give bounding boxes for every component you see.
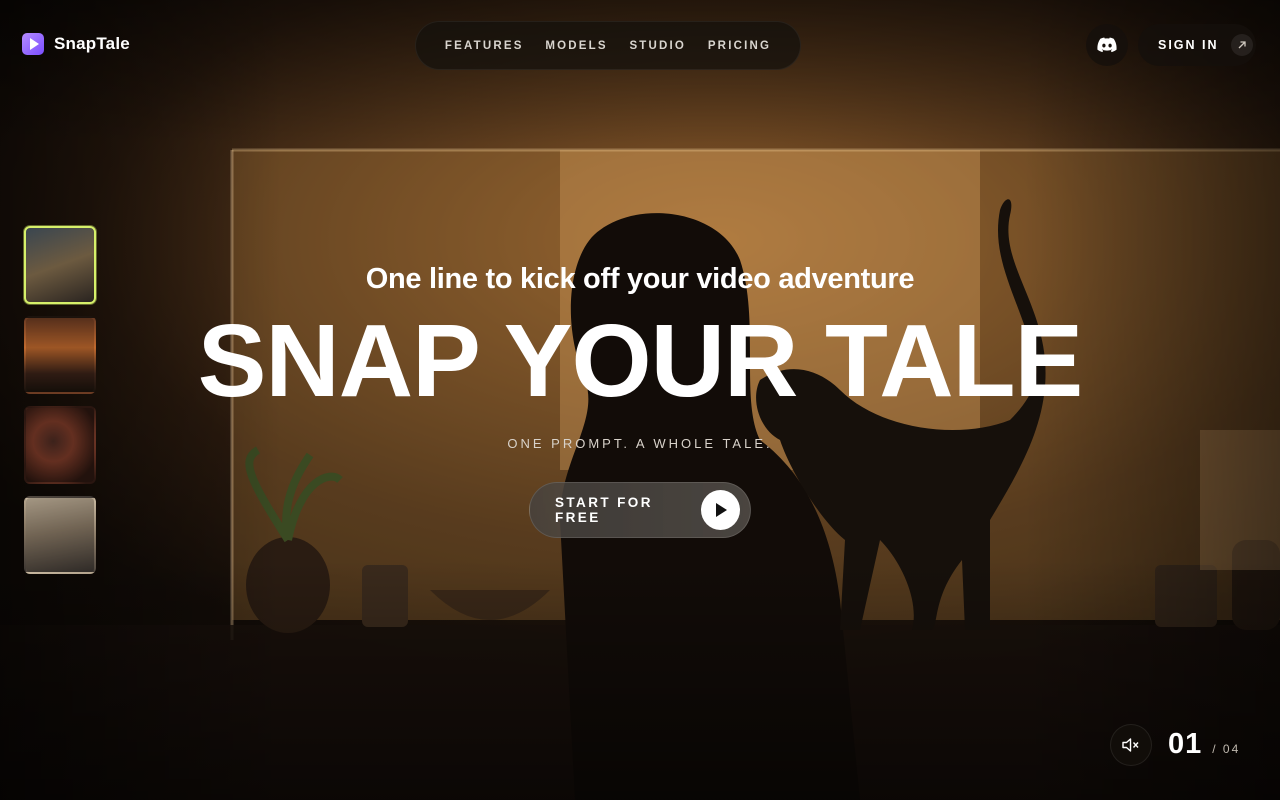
nav-item-features[interactable]: FEATURES [445, 40, 524, 52]
hero-title: SNAP YOUR TALE [197, 303, 1084, 418]
brand-name: SnapTale [54, 34, 130, 53]
hero-subtitle: ONE PROMPT. A WHOLE TALE. [507, 436, 773, 451]
cta-label: START FOR FREE [555, 495, 653, 525]
nav-item-models[interactable]: MODELS [545, 40, 607, 52]
main-nav: FEATURES MODELS STUDIO PRICING [415, 21, 801, 70]
sign-in-button[interactable]: SIGN IN [1138, 24, 1256, 66]
thumbnail-4[interactable] [24, 496, 96, 574]
muted-speaker-icon [1122, 738, 1139, 752]
discord-button[interactable] [1086, 24, 1128, 66]
total-slides: / 04 [1212, 742, 1241, 756]
start-for-free-button[interactable]: START FOR FREE [529, 482, 751, 538]
mute-toggle-button[interactable] [1110, 724, 1152, 766]
slide-counter: 01 / 04 [1168, 728, 1240, 761]
discord-icon [1097, 37, 1117, 53]
brand-play-icon [22, 33, 44, 55]
current-slide-number: 01 [1168, 728, 1203, 760]
play-icon [700, 490, 740, 530]
sign-in-label: SIGN IN [1158, 38, 1219, 52]
arrow-up-right-icon [1230, 34, 1253, 56]
nav-item-studio[interactable]: STUDIO [629, 40, 686, 52]
nav-item-pricing[interactable]: PRICING [708, 40, 771, 52]
brand-logo[interactable]: SnapTale [22, 33, 130, 55]
hero-tagline: One line to kick off your video adventur… [365, 263, 915, 295]
